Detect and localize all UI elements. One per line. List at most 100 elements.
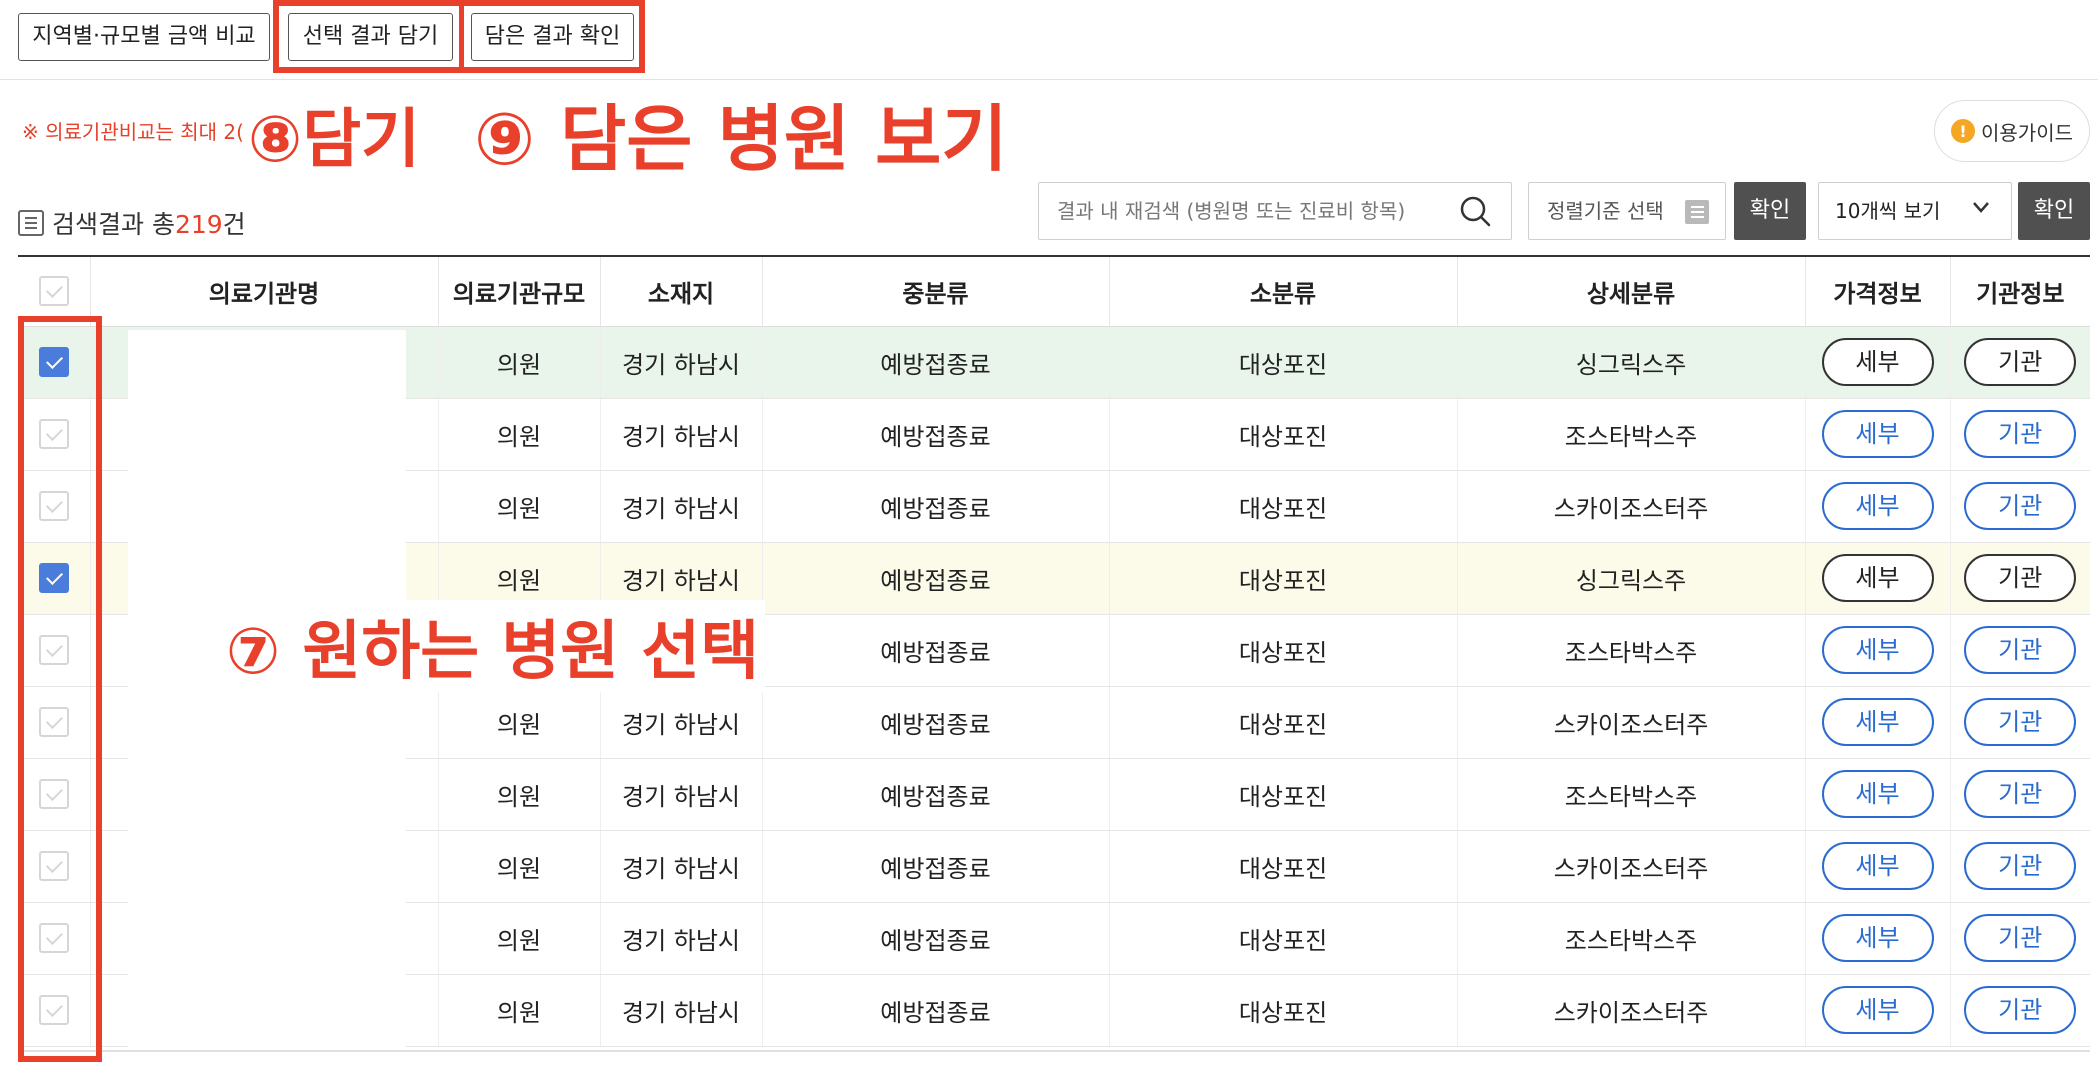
annotation-step9: ⑨ 담은 병원 보기 bbox=[474, 80, 1008, 185]
cell-detail-category: 스카이조스터주 bbox=[1456, 470, 1805, 543]
org-info-button[interactable]: 기관 bbox=[1964, 482, 2077, 530]
price-detail-button[interactable]: 세부 bbox=[1821, 914, 1934, 962]
cell-org-info: 기관 bbox=[1949, 614, 2090, 687]
result-count-number: 219 bbox=[174, 210, 223, 239]
cell-sub-category: 대상포진 bbox=[1108, 974, 1457, 1047]
cell-mid-category: 예방접종료 bbox=[761, 974, 1109, 1047]
cell-price-info: 세부 bbox=[1804, 974, 1950, 1047]
table-bottom-border bbox=[18, 1050, 2090, 1052]
price-detail-button[interactable]: 세부 bbox=[1821, 842, 1934, 890]
chevron-down-icon bbox=[1973, 202, 1989, 213]
cell-price-info: 세부 bbox=[1804, 902, 1950, 975]
warning-icon: ! bbox=[1951, 119, 1975, 143]
cell-detail-category: 조스타박스주 bbox=[1456, 902, 1805, 975]
cell-sub-category: 대상포진 bbox=[1108, 902, 1457, 975]
top-toolbar: 지역별·규모별 금액 비교 선택 결과 담기 담은 결과 확인 bbox=[0, 0, 2098, 80]
cell-size: 의원 bbox=[437, 830, 600, 903]
cell-mid-category: 예방접종료 bbox=[761, 902, 1109, 975]
cell-detail-category: 싱그릭스주 bbox=[1456, 542, 1805, 615]
usage-guide-button[interactable]: ! 이용가이드 bbox=[1934, 100, 2090, 162]
sort-confirm-button[interactable]: 확인 bbox=[1734, 182, 1806, 240]
cell-price-info: 세부 bbox=[1804, 686, 1950, 759]
per-page-select[interactable]: 10개씩 보기 bbox=[1818, 182, 2012, 240]
column-header-mid-category: 중분류 bbox=[761, 255, 1109, 327]
price-detail-button[interactable]: 세부 bbox=[1821, 482, 1934, 530]
column-header-location: 소재지 bbox=[599, 255, 762, 327]
cell-sub-category: 대상포진 bbox=[1108, 614, 1457, 687]
search-icon[interactable] bbox=[1459, 195, 1491, 227]
org-info-button[interactable]: 기관 bbox=[1964, 986, 2077, 1034]
cell-mid-category: 예방접종료 bbox=[761, 758, 1109, 831]
org-info-button[interactable]: 기관 bbox=[1964, 914, 2077, 962]
cell-mid-category: 예방접종료 bbox=[761, 614, 1109, 687]
research-search-box bbox=[1038, 182, 1512, 240]
cell-sub-category: 대상포진 bbox=[1108, 326, 1457, 399]
result-count: 검색결과 총219건 bbox=[18, 205, 246, 241]
cell-price-info: 세부 bbox=[1804, 542, 1950, 615]
cell-org-info: 기관 bbox=[1949, 542, 2090, 615]
result-count-suffix: 건 bbox=[222, 210, 246, 239]
research-search-input[interactable] bbox=[1039, 183, 1439, 239]
list-icon bbox=[18, 210, 44, 236]
column-header-org-info: 기관정보 bbox=[1949, 255, 2090, 327]
cell-price-info: 세부 bbox=[1804, 758, 1950, 831]
cell-org-info: 기관 bbox=[1949, 686, 2090, 759]
org-info-button[interactable]: 기관 bbox=[1964, 626, 2077, 674]
price-detail-button[interactable]: 세부 bbox=[1821, 770, 1934, 818]
annotation-box-checkboxes bbox=[18, 316, 102, 1062]
sort-select[interactable]: 정렬기준 선택 bbox=[1528, 182, 1726, 240]
price-detail-button[interactable]: 세부 bbox=[1821, 698, 1934, 746]
org-info-button[interactable]: 기관 bbox=[1964, 842, 2077, 890]
cell-size: 의원 bbox=[437, 326, 600, 399]
org-info-button[interactable]: 기관 bbox=[1964, 770, 2077, 818]
cell-sub-category: 대상포진 bbox=[1108, 398, 1457, 471]
cell-size: 의원 bbox=[437, 686, 600, 759]
price-detail-button[interactable]: 세부 bbox=[1821, 986, 1934, 1034]
cell-detail-category: 조스타박스주 bbox=[1456, 398, 1805, 471]
cell-detail-category: 싱그릭스주 bbox=[1456, 326, 1805, 399]
org-info-button[interactable]: 기관 bbox=[1964, 410, 2077, 458]
org-info-button[interactable]: 기관 bbox=[1964, 698, 2077, 746]
cell-mid-category: 예방접종료 bbox=[761, 542, 1109, 615]
cell-mid-category: 예방접종료 bbox=[761, 326, 1109, 399]
select-all-checkbox[interactable] bbox=[38, 276, 69, 307]
cell-mid-category: 예방접종료 bbox=[761, 470, 1109, 543]
cell-mid-category: 예방접종료 bbox=[761, 398, 1109, 471]
sort-select-label: 정렬기준 선택 bbox=[1547, 199, 1664, 223]
annotation-box-view-added bbox=[459, 0, 645, 73]
usage-guide-label: 이용가이드 bbox=[1981, 120, 2073, 145]
cell-size: 의원 bbox=[437, 974, 600, 1047]
cell-location: 경기 하남시 bbox=[599, 758, 762, 831]
cell-price-info: 세부 bbox=[1804, 470, 1950, 543]
cell-location: 경기 하남시 bbox=[599, 902, 762, 975]
cell-org-info: 기관 bbox=[1949, 974, 2090, 1047]
org-info-button[interactable]: 기관 bbox=[1964, 338, 2077, 386]
cell-org-info: 기관 bbox=[1949, 470, 2090, 543]
region-size-compare-button[interactable]: 지역별·규모별 금액 비교 bbox=[18, 13, 270, 61]
cell-org-info: 기관 bbox=[1949, 758, 2090, 831]
cell-location: 경기 하남시 bbox=[599, 470, 762, 543]
org-info-button[interactable]: 기관 bbox=[1964, 554, 2077, 602]
cell-size: 의원 bbox=[437, 398, 600, 471]
cell-detail-category: 조스타박스주 bbox=[1456, 758, 1805, 831]
cell-detail-category: 스카이조스터주 bbox=[1456, 686, 1805, 759]
cell-org-info: 기관 bbox=[1949, 902, 2090, 975]
cell-sub-category: 대상포진 bbox=[1108, 758, 1457, 831]
annotation-step8: ⑧담기 bbox=[248, 88, 420, 180]
cell-location: 경기 하남시 bbox=[599, 830, 762, 903]
cell-size: 의원 bbox=[437, 470, 600, 543]
cell-detail-category: 스카이조스터주 bbox=[1456, 830, 1805, 903]
column-header-price-info: 가격정보 bbox=[1804, 255, 1950, 327]
cell-size: 의원 bbox=[437, 902, 600, 975]
price-detail-button[interactable]: 세부 bbox=[1821, 410, 1934, 458]
cell-sub-category: 대상포진 bbox=[1108, 830, 1457, 903]
cell-org-info: 기관 bbox=[1949, 326, 2090, 399]
cell-org-info: 기관 bbox=[1949, 398, 2090, 471]
column-header-size: 의료기관규모 bbox=[437, 255, 600, 327]
cell-sub-category: 대상포진 bbox=[1108, 542, 1457, 615]
per-page-confirm-button[interactable]: 확인 bbox=[2018, 182, 2090, 240]
cell-price-info: 세부 bbox=[1804, 614, 1950, 687]
price-detail-button[interactable]: 세부 bbox=[1821, 338, 1934, 386]
price-detail-button[interactable]: 세부 bbox=[1821, 554, 1934, 602]
price-detail-button[interactable]: 세부 bbox=[1821, 626, 1934, 674]
